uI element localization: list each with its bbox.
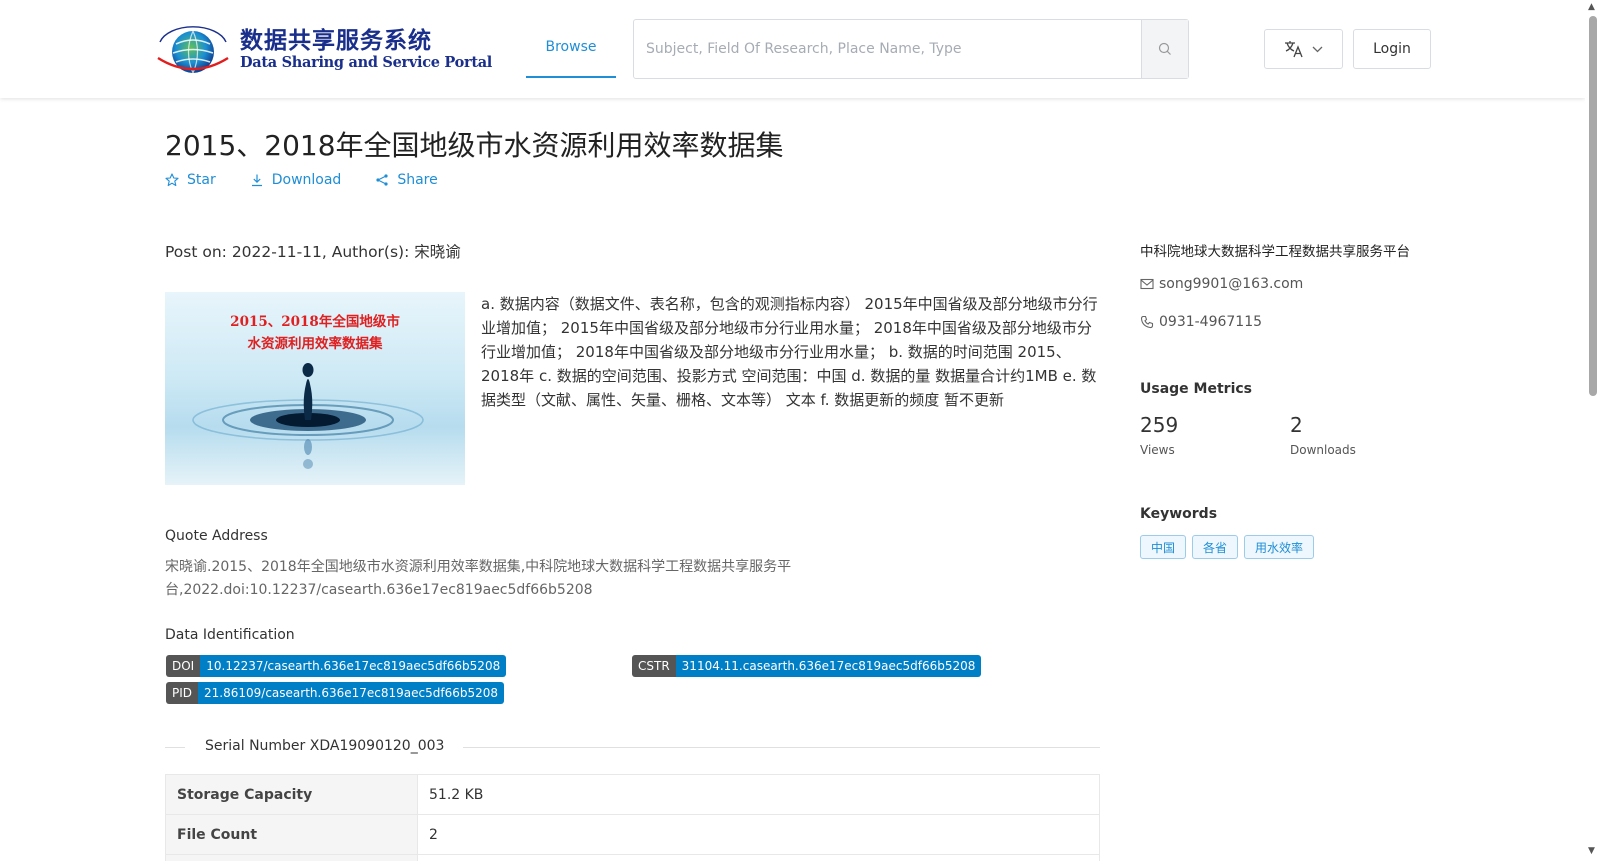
- pid-badge-value: 21.86109/casearth.636e17ec819aec5df66b52…: [198, 682, 504, 704]
- keyword-tag[interactable]: 各省: [1192, 535, 1239, 559]
- contact-email[interactable]: song9901@163.com: [1140, 276, 1303, 292]
- post-info: Post on: 2022-11-11, Author(s): 宋晓谕: [165, 243, 461, 261]
- publisher-org: 中科院地球大数据科学工程数据共享服务平台: [1140, 244, 1410, 260]
- file-count-key: File Count: [165, 814, 418, 855]
- pid-badge-key: PID: [166, 682, 199, 704]
- storage-capacity-key: Storage Capacity: [165, 774, 418, 815]
- dataset-title: 2015、2018年全国地级市水资源利用效率数据集: [165, 129, 784, 162]
- download-label: Download: [271, 172, 342, 188]
- dataset-description: a. 数据内容（数据文件、表名称，包含的观测指标内容） 2015年中国省级及部分…: [481, 295, 1098, 409]
- views-count: 259: [1140, 413, 1179, 437]
- download-icon: [251, 174, 262, 187]
- logo-title-en: Data Sharing and Service Portal: [240, 54, 493, 71]
- keyword-tag[interactable]: 中国: [1140, 535, 1187, 559]
- site-header: 数据共享服务系统 Data Sharing and Service Portal…: [0, 0, 1585, 98]
- dataset-info-table: Storage Capacity 51.2 KB File Count 2: [165, 774, 1100, 861]
- doi-badge-value: 10.12237/casearth.636e17ec819aec5df66b52…: [200, 655, 507, 677]
- cstr-badge[interactable]: CSTR 31104.11.casearth.636e17ec819aec5df…: [632, 655, 982, 677]
- doi-badge-key: DOI: [166, 655, 201, 677]
- search-input[interactable]: [634, 20, 1141, 78]
- scrollbar-thumb[interactable]: [1589, 16, 1597, 396]
- search-icon: [1158, 42, 1171, 55]
- serial-number-divider: Serial Number XDA19090120_003: [165, 738, 1100, 758]
- star-action[interactable]: Star: [165, 172, 216, 188]
- dataset-thumbnail: 2015、2018年全国地级市 水资源利用效率数据集: [165, 292, 465, 485]
- download-action[interactable]: Download: [250, 172, 342, 188]
- dataset-actions: Star Download Share: [165, 172, 472, 188]
- login-button[interactable]: Login: [1353, 29, 1431, 69]
- doi-badge[interactable]: DOI 10.12237/casearth.636e17ec819aec5df6…: [166, 655, 507, 677]
- file-count-value: 2: [417, 814, 1100, 855]
- chevron-down-icon: [1312, 46, 1323, 52]
- keyword-tag[interactable]: 用水效率: [1244, 535, 1315, 559]
- mail-icon: [1140, 278, 1154, 290]
- quote-address-label: Quote Address: [165, 528, 268, 544]
- search-button[interactable]: [1141, 20, 1188, 78]
- quote-address-text: 宋晓谕.2015、2018年全国地级市水资源利用效率数据集,中科院地球大数据科学…: [165, 559, 792, 598]
- share-label: Share: [397, 172, 438, 188]
- cstr-badge-value: 31104.11.casearth.636e17ec819aec5df66b52…: [675, 655, 982, 677]
- views-label: Views: [1140, 443, 1175, 457]
- keywords-title: Keywords: [1140, 506, 1218, 522]
- table-row: Storage Capacity 51.2 KB: [165, 774, 1100, 815]
- page-scrollbar[interactable]: ▲ ▼: [1585, 0, 1600, 861]
- portal-logo[interactable]: 数据共享服务系统 Data Sharing and Service Portal: [154, 20, 492, 80]
- downloads-label: Downloads: [1290, 443, 1356, 457]
- nav-browse-tab[interactable]: Browse: [526, 18, 616, 78]
- phone-icon: [1140, 315, 1154, 329]
- logo-title-cn: 数据共享服务系统: [240, 28, 432, 54]
- share-action[interactable]: Share: [375, 172, 438, 188]
- cstr-badge-key: CSTR: [632, 655, 676, 677]
- usage-metrics-title: Usage Metrics: [1140, 381, 1252, 397]
- divider-line: [463, 747, 1100, 748]
- divider-line: [165, 747, 185, 748]
- scroll-up-arrow-icon[interactable]: ▲: [1588, 2, 1595, 12]
- contact-email-text: song9901@163.com: [1159, 276, 1304, 292]
- pid-badge[interactable]: PID 21.86109/casearth.636e17ec819aec5df6…: [166, 682, 504, 704]
- downloads-count: 2: [1290, 413, 1303, 437]
- scroll-down-arrow-icon[interactable]: ▼: [1588, 846, 1595, 856]
- star-label: Star: [187, 172, 216, 188]
- storage-capacity-value: 51.2 KB: [417, 774, 1100, 815]
- water-drop-image: [192, 363, 424, 469]
- globe-logo-icon: [157, 26, 229, 74]
- contact-phone: 0931-4967115: [1140, 314, 1262, 330]
- table-row: File Count 2: [165, 814, 1100, 855]
- serial-number: Serial Number XDA19090120_003: [205, 738, 445, 754]
- contact-phone-text: 0931-4967115: [1159, 314, 1263, 330]
- star-icon: [165, 173, 179, 187]
- search-bar: [633, 19, 1189, 79]
- language-switcher[interactable]: [1264, 29, 1343, 69]
- share-icon: [376, 174, 388, 186]
- translate-icon: [1285, 41, 1303, 58]
- data-identification-label: Data Identification: [165, 627, 295, 643]
- table-row: [165, 854, 1100, 861]
